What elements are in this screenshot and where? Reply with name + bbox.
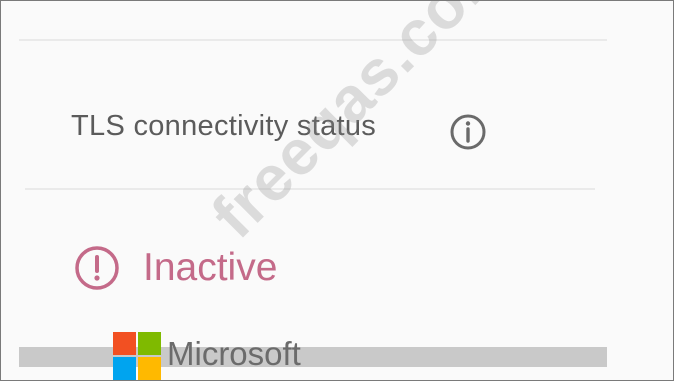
logo-square-green bbox=[138, 332, 161, 355]
status-text: Inactive bbox=[143, 246, 278, 289]
top-divider bbox=[19, 39, 607, 41]
bottom-bar bbox=[19, 347, 607, 367]
exclamation-circle-icon bbox=[73, 244, 121, 292]
microsoft-wordmark: Microsoft bbox=[167, 335, 301, 372]
settings-panel: TLS connectivity status Inactive Microso… bbox=[0, 0, 674, 381]
logo-square-yellow bbox=[138, 357, 161, 380]
logo-square-red bbox=[113, 332, 136, 355]
section-divider bbox=[25, 188, 595, 190]
microsoft-logo-icon bbox=[113, 332, 163, 380]
info-icon[interactable] bbox=[448, 112, 488, 152]
tls-status-label: TLS connectivity status bbox=[71, 110, 377, 142]
logo-square-blue bbox=[113, 357, 136, 380]
